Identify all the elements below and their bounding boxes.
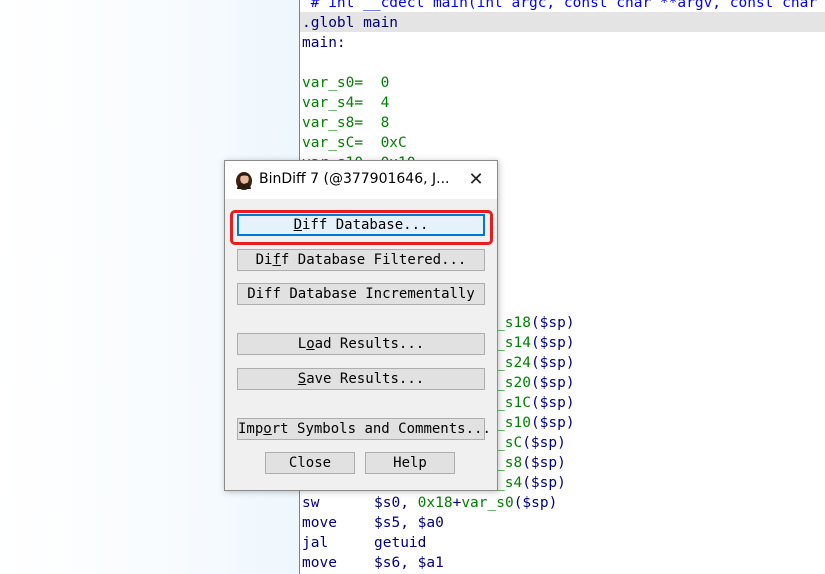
- code-fragment: _s1C($sp): [496, 395, 575, 411]
- code-instruction: jal getuid: [302, 535, 427, 551]
- close-button[interactable]: Close: [265, 452, 355, 474]
- code-globl-line: .globl main: [302, 15, 399, 31]
- code-fragment: _s18($sp): [496, 315, 575, 331]
- code-var-line: var_s8= 8: [302, 115, 390, 131]
- code-comment-line: # int __cdecl main(int argc, const char …: [302, 0, 818, 11]
- dialog-titlebar[interactable]: BinDiff 7 (@377901646, J... ✕: [225, 161, 497, 199]
- close-icon[interactable]: ✕: [465, 169, 487, 191]
- dialog-title: BinDiff 7 (@377901646, J...: [259, 171, 450, 187]
- diff-database-incrementally-button[interactable]: Diff Database Incrementally: [237, 283, 485, 305]
- code-fragment: _s4($sp): [496, 475, 566, 491]
- code-fragment: _s14($sp): [496, 335, 575, 351]
- load-results-button[interactable]: Load Results...: [237, 333, 485, 355]
- code-var-line: var_s0= 0: [302, 75, 390, 91]
- code-fragment: _s20($sp): [496, 375, 575, 391]
- code-var-line: var_sC= 0xC: [302, 135, 407, 151]
- diff-database-filtered-button[interactable]: Diff Database Filtered...: [237, 249, 485, 271]
- bindiff-dialog: BinDiff 7 (@377901646, J... ✕ Diff Datab…: [224, 160, 498, 491]
- code-var-line: var_s4= 4: [302, 95, 390, 111]
- code-fragment: _s8($sp): [496, 455, 566, 471]
- code-instruction: sw $s0, 0x18+var_s0($sp): [302, 495, 558, 511]
- code-label-main: main:: [302, 35, 346, 51]
- code-instruction: move $s5, $a0: [302, 515, 444, 531]
- import-symbols-button[interactable]: Import Symbols and Comments...: [237, 418, 491, 440]
- code-fragment: _sC($sp): [496, 435, 566, 451]
- code-fragment: _s10($sp): [496, 415, 575, 431]
- help-button[interactable]: Help: [365, 452, 455, 474]
- bindiff-app-icon: [236, 172, 252, 190]
- save-results-button[interactable]: Save Results...: [237, 368, 485, 390]
- diff-database-button[interactable]: Diff Database...: [237, 214, 485, 236]
- code-fragment: _s24($sp): [496, 355, 575, 371]
- code-instruction: move $s6, $a1: [302, 555, 444, 571]
